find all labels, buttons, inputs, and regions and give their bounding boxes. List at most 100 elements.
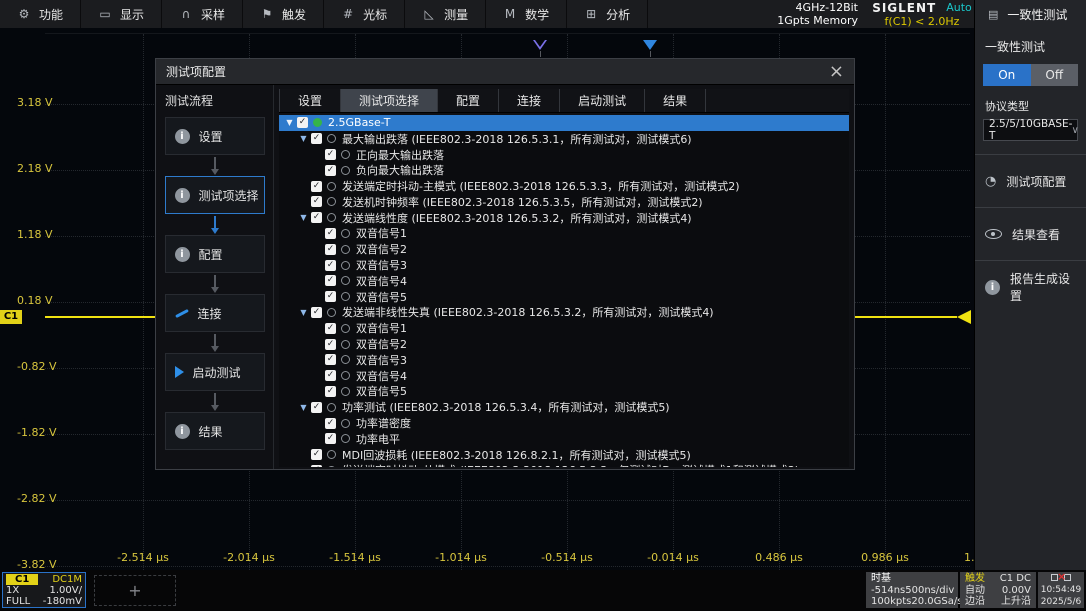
checkbox[interactable]: ✓ (325, 354, 336, 365)
status-dot (341, 276, 350, 285)
dialog-titlebar[interactable]: 测试项配置 × (156, 59, 854, 85)
menu-item-analysis[interactable]: ⊞分析 (567, 0, 648, 28)
status-dot (341, 419, 350, 428)
tree-row[interactable]: ✓双音信号2 (279, 336, 849, 352)
tree-row[interactable]: ✓ 发送端定时抖动-从模式 (IEEE802.3-2018 126.5.3.3，仅… (279, 463, 849, 467)
menu-item-acquire[interactable]: ∩采样 (162, 0, 243, 28)
expand-icon[interactable]: ▼ (297, 308, 310, 317)
toggle-off-button[interactable]: Off (1031, 64, 1079, 86)
menu-item-function[interactable]: ⚙功能 (0, 0, 81, 28)
tab-测试项选择[interactable]: 测试项选择 (341, 89, 438, 112)
tree-row[interactable]: ▼✓功率测试 (IEEE802.3-2018 126.5.3.4，所有测试对，测… (279, 399, 849, 415)
trigger-status-box[interactable]: 触发 C1 DC 自动 0.00V 边沿 上升沿 (960, 572, 1036, 608)
checkbox[interactable]: ✓ (325, 149, 336, 160)
tree-row[interactable]: ▼✓发送端非线性失真 (IEEE802.3-2018 126.5.3.2，所有测… (279, 305, 849, 321)
checkbox[interactable]: ✓ (311, 402, 322, 413)
timebase-rate: 20.0GSa/s (911, 596, 962, 607)
sidebar-item-test-item-config[interactable]: ◔测试项配置 (983, 168, 1078, 194)
sidebar-item-report-settings[interactable]: i报告生成设置 (983, 274, 1078, 300)
brand-logo: SIGLENT (872, 1, 936, 15)
delay-marker-icon[interactable] (533, 40, 547, 50)
tree-row[interactable]: ✓功率电平 (279, 431, 849, 447)
checkbox[interactable]: ✓ (325, 370, 336, 381)
app-header[interactable]: ▤ 一致性测试 (974, 0, 1086, 28)
divider (975, 260, 1086, 261)
protocol-type-select[interactable]: 2.5/5/10GBASE-T ∨ (983, 119, 1078, 141)
checkbox[interactable]: ✓ (311, 465, 322, 467)
expand-icon[interactable]: ▼ (283, 118, 296, 127)
tab-连接[interactable]: 连接 (499, 89, 560, 112)
tree-row[interactable]: ✓双音信号5 (279, 289, 849, 305)
menu-item-math[interactable]: M数学 (486, 0, 567, 28)
checkbox[interactable]: ✓ (325, 291, 336, 302)
tree-row[interactable]: ✓双音信号5 (279, 384, 849, 400)
expand-icon[interactable]: ▼ (297, 403, 310, 412)
menu-item-display[interactable]: ▭显示 (81, 0, 162, 28)
tree-row[interactable]: ✓MDI回波损耗 (IEEE802.3-2018 126.8.2.1，所有测试对… (279, 447, 849, 463)
close-icon[interactable]: × (829, 63, 844, 81)
tree-row[interactable]: ✓发送机时钟频率 (IEEE802.3-2018 126.5.3.5，所有测试对… (279, 194, 849, 210)
tab-配置[interactable]: 配置 (438, 89, 499, 112)
checkbox[interactable]: ✓ (325, 339, 336, 350)
tree-row[interactable]: ✓双音信号4 (279, 273, 849, 289)
sidebar-item-result-view[interactable]: 结果查看 (983, 221, 1078, 247)
tree-row[interactable]: ✓发送端定时抖动-主模式 (IEEE802.3-2018 126.5.3.3，所… (279, 178, 849, 194)
expand-icon[interactable]: ▼ (297, 213, 310, 222)
checkbox[interactable]: ✓ (325, 433, 336, 444)
checkbox[interactable]: ✓ (311, 196, 322, 207)
tab-启动测试[interactable]: 启动测试 (560, 89, 645, 112)
tab-设置[interactable]: 设置 (279, 89, 341, 112)
tree-row[interactable]: ✓双音信号4 (279, 368, 849, 384)
tree-row-label: 发送端定时抖动-从模式 (IEEE802.3-2018 126.5.3.3，仅测… (342, 462, 799, 467)
tree-row[interactable]: ✓双音信号3 (279, 257, 849, 273)
menu-item-trigger[interactable]: ⚑触发 (243, 0, 324, 28)
delay-marker-stub (540, 51, 541, 57)
checkbox[interactable]: ✓ (311, 449, 322, 460)
checkbox[interactable]: ✓ (311, 181, 322, 192)
checkbox[interactable]: ✓ (325, 418, 336, 429)
tree-row[interactable]: ✓双音信号1 (279, 226, 849, 242)
tree-row[interactable]: ✓正向最大输出跌落 (279, 147, 849, 163)
tree-row[interactable]: ✓负向最大输出跌落 (279, 162, 849, 178)
channel1-status-box[interactable]: C1 DC1M 1X 1.00V/ FULL -180mV (2, 572, 86, 608)
probe-icon (175, 308, 189, 317)
toggle-on-button[interactable]: On (983, 64, 1031, 86)
tree-row[interactable]: ✓双音信号3 (279, 352, 849, 368)
checkbox[interactable]: ✓ (311, 307, 322, 318)
tree-row-label: 发送端线性度 (IEEE802.3-2018 126.5.3.2，所有测试对，测… (342, 210, 692, 226)
flow-step-test-select[interactable]: i测试项选择 (165, 176, 265, 214)
checkbox[interactable]: ✓ (325, 165, 336, 176)
tab-结果[interactable]: 结果 (645, 89, 706, 112)
checkbox[interactable]: ✓ (325, 260, 336, 271)
menu-item-measure[interactable]: ◺测量 (405, 0, 486, 28)
flow-step-start-test[interactable]: 启动测试 (165, 353, 265, 391)
flow-step-configure[interactable]: i配置 (165, 235, 265, 273)
checkbox[interactable]: ✓ (297, 117, 308, 128)
menu-item-cursors[interactable]: #光标 (324, 0, 405, 28)
timebase-status-box[interactable]: 时基 -514ns 500ns/div 100kpts 20.0GSa/s (866, 572, 958, 608)
tree-row[interactable]: ▼✓ 发送端线性度 (IEEE802.3-2018 126.5.3.2，所有测试对… (279, 210, 849, 226)
channel1-offset-marker[interactable]: C1 (0, 310, 22, 324)
checkbox[interactable]: ✓ (311, 212, 322, 223)
checkbox[interactable]: ✓ (325, 244, 336, 255)
tree-row[interactable]: ▼✓最大输出跌落 (IEEE802.3-2018 126.5.3.1，所有测试对… (279, 131, 849, 147)
flow-step-connect[interactable]: 连接 (165, 294, 265, 332)
trigger-level-marker[interactable] (957, 310, 971, 324)
trigger-position-marker[interactable] (643, 40, 657, 50)
flow-step-setup[interactable]: i设置 (165, 117, 265, 155)
gridline (45, 566, 970, 567)
voltage-label: 3.18 V (17, 96, 65, 109)
tree-row[interactable]: ▼✓2.5GBase-T (279, 115, 849, 131)
checkbox[interactable]: ✓ (325, 275, 336, 286)
flow-step-result[interactable]: i结果 (165, 412, 265, 450)
tree-row[interactable]: ✓功率谱密度 (279, 415, 849, 431)
expand-icon[interactable]: ▼ (297, 134, 310, 143)
tree-row[interactable]: ✓双音信号2 (279, 241, 849, 257)
tree-row[interactable]: ✓双音信号1 (279, 320, 849, 336)
checkbox[interactable]: ✓ (325, 323, 336, 334)
flow-step-label: 测试项选择 (199, 187, 259, 204)
checkbox[interactable]: ✓ (325, 386, 336, 397)
checkbox[interactable]: ✓ (325, 228, 336, 239)
add-channel-button[interactable]: + (94, 575, 176, 606)
checkbox[interactable]: ✓ (311, 133, 322, 144)
